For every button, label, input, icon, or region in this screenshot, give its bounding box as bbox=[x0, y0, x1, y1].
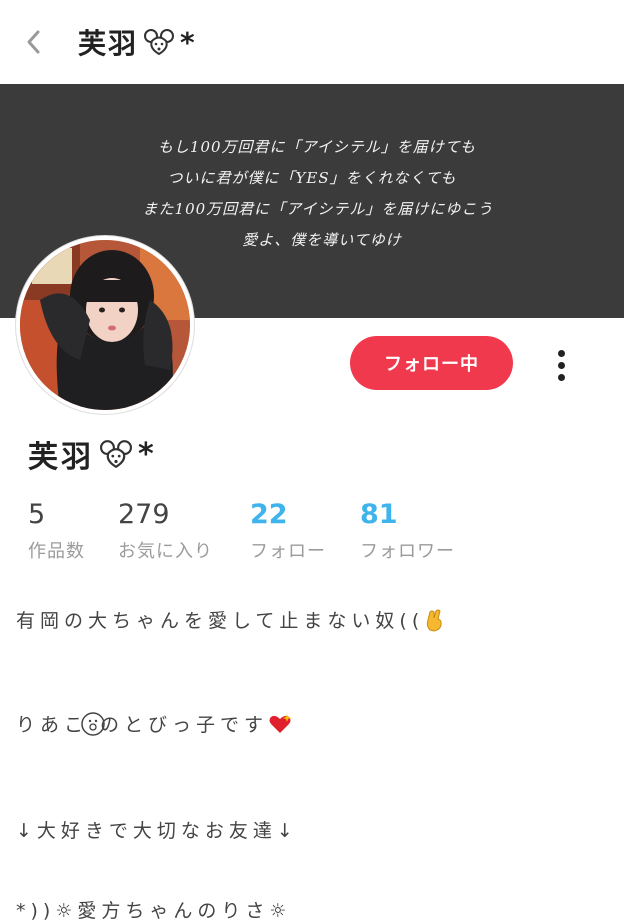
following-button[interactable]: フォロー中 bbox=[350, 336, 513, 390]
stat-following[interactable]: 22 フォロー bbox=[250, 498, 326, 566]
page-title: 芙羽 * bbox=[78, 22, 197, 62]
stat-favorites-count: 279 bbox=[118, 499, 170, 530]
banner-text: もし100万回君に「アイシテル」を届けても ついに君が僕に「YES」をくれなくて… bbox=[0, 136, 624, 250]
bio-line-text: 有岡の大ちゃんを愛して止まない奴(( bbox=[16, 610, 425, 632]
stat-favorites-label: お気に入り bbox=[118, 541, 213, 562]
vertical-dots-icon bbox=[557, 349, 565, 357]
vertical-dots-icon bbox=[557, 361, 565, 369]
bio-line: 有岡の大ちゃんを愛して止まない奴(( bbox=[16, 606, 446, 633]
bio-line-text: のとびっ子です bbox=[100, 714, 269, 736]
stat-followers-count: 81 bbox=[360, 499, 398, 530]
banner-line: もし100万回君に「アイシテル」を届けても bbox=[157, 138, 477, 156]
bio-line: ↓大好きで大切なお友達↓ bbox=[16, 820, 298, 842]
vertical-dots-icon bbox=[557, 373, 565, 381]
avatar[interactable] bbox=[16, 236, 194, 414]
bio-line-text: りあこ bbox=[16, 714, 89, 736]
stat-works-label: 作品数 bbox=[28, 541, 85, 562]
sparkling-heart-icon bbox=[269, 713, 292, 733]
avatar-photo bbox=[20, 240, 190, 410]
stat-followers-label: フォロワー bbox=[360, 541, 455, 562]
profile-name-suffix: * bbox=[138, 436, 157, 472]
banner-line: また100万回君に「アイシテル」を届けにゆこう bbox=[142, 200, 494, 218]
banner-line: ついに君が僕に「YES」をくれなくても bbox=[167, 169, 457, 187]
stat-following-count: 22 bbox=[250, 499, 288, 530]
mouse-face-icon bbox=[144, 29, 175, 56]
banner-line: 愛よ、僕を導いてゆけ bbox=[242, 231, 402, 249]
top-bar: 芙羽 * bbox=[0, 0, 624, 84]
page-title-text: 芙羽 bbox=[78, 27, 139, 60]
chevron-left-icon bbox=[27, 30, 40, 54]
more-options-button[interactable] bbox=[548, 346, 574, 384]
crossed-fingers-icon bbox=[427, 609, 442, 632]
bio-line: *))☼愛方ちゃんのりさ☼ bbox=[16, 900, 292, 922]
stat-works[interactable]: 5 作品数 bbox=[28, 498, 85, 566]
mouse-face-icon bbox=[100, 440, 132, 469]
profile-name-text: 芙羽 bbox=[28, 440, 94, 475]
stat-followers[interactable]: 81 フォロワー bbox=[360, 498, 455, 566]
stat-following-label: フォロー bbox=[250, 541, 326, 562]
page-title-suffix: * bbox=[180, 25, 197, 59]
stat-works-count: 5 bbox=[28, 499, 46, 530]
stat-favorites[interactable]: 279 お気に入り bbox=[118, 498, 213, 566]
profile-page: 芙羽 * もし100万回君に「アイシテル」を届けても ついに君が僕に「YES」を… bbox=[0, 0, 624, 924]
profile-name: 芙羽 * bbox=[28, 432, 157, 476]
bio-line: りあこ のとびっ子です bbox=[16, 710, 292, 737]
back-button[interactable] bbox=[18, 26, 48, 58]
